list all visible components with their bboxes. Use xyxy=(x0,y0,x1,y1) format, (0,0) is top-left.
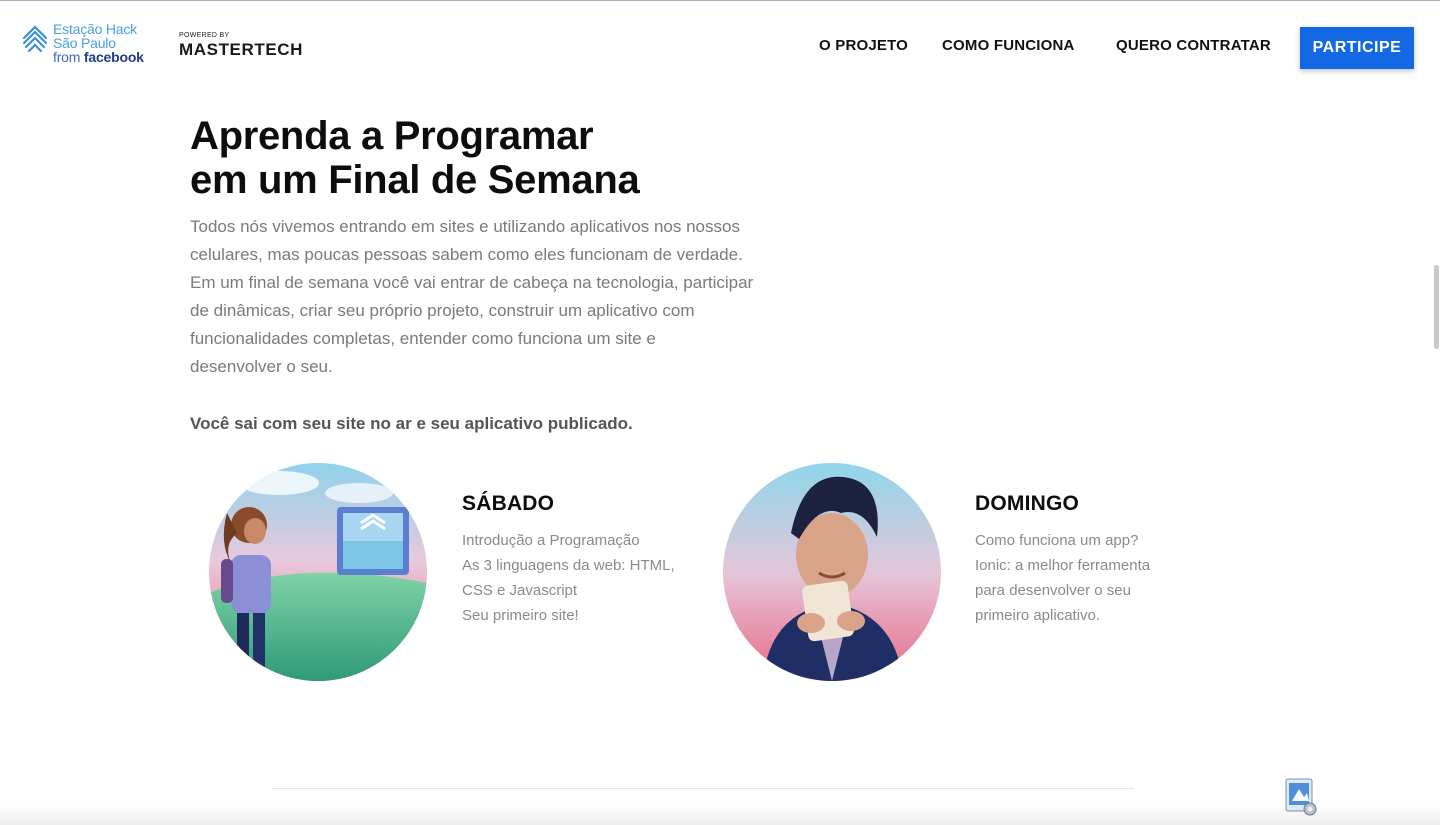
saturday-title: SÁBADO xyxy=(462,492,555,515)
sunday-title: DOMINGO xyxy=(975,492,1080,515)
brand-line-2: São Paulo xyxy=(53,35,116,51)
mastertech-logo[interactable]: POWERED BY MASTERTECH xyxy=(179,32,303,60)
saturday-topic: CSS e Javascript xyxy=(462,582,578,599)
page-title: Aprenda a Programar em um Final de Seman… xyxy=(190,114,830,202)
scrollbar-thumb[interactable] xyxy=(1434,265,1439,349)
saturday-topic: Seu primeiro site! xyxy=(462,607,579,624)
intro-paragraph: Todos nós vivemos entrando em sites e ut… xyxy=(190,213,790,381)
page-title-line-2: em um Final de Semana xyxy=(190,158,640,202)
brand-facebook: facebook xyxy=(83,49,144,65)
intro-line: funcionalidades completas, entender como… xyxy=(190,329,656,348)
powered-by-label: POWERED BY xyxy=(179,32,230,39)
intro-line: Em um final de semana você vai entrar de… xyxy=(190,273,754,292)
sunday-topic: para desenvolver o seu xyxy=(975,582,1131,599)
nav-como-funciona[interactable]: COMO FUNCIONA xyxy=(942,37,1075,54)
sunday-topic: Ionic: a melhor ferramenta xyxy=(975,557,1151,574)
sunday-topic: primeiro aplicativo. xyxy=(975,607,1101,624)
sunday-topic: Como funciona um app? xyxy=(975,532,1139,549)
brand-text: Estação Hack São Paulo from facebook xyxy=(53,22,144,64)
brand-line-3: from facebook xyxy=(53,50,144,64)
saturday-topic: As 3 linguagens da web: HTML, xyxy=(462,557,675,574)
highlight-text: Você sai com seu site no ar e seu aplica… xyxy=(190,414,633,433)
brand-from: from xyxy=(53,49,84,65)
intro-line: desenvolver o seu. xyxy=(190,357,333,376)
saturday-illustration-art xyxy=(209,463,427,681)
saturday-topic: Introdução a Programação xyxy=(462,532,640,549)
intro-line: celulares, mas poucas pessoas sabem como… xyxy=(190,245,743,264)
estacao-hack-logo-icon xyxy=(22,25,48,53)
preview-app-icon[interactable] xyxy=(1284,777,1320,817)
estacao-hack-logo[interactable]: Estação Hack São Paulo from facebook xyxy=(22,22,144,64)
nav-quero-contratar[interactable]: QUERO CONTRATAR xyxy=(1116,37,1271,54)
saturday-illustration xyxy=(209,463,427,681)
intro-line: de dinâmicas, criar seu próprio projeto,… xyxy=(190,301,695,320)
section-divider xyxy=(272,788,1134,789)
sunday-topics: Como funciona um app? Ionic: a melhor fe… xyxy=(975,528,1150,628)
page-title-line-1: Aprenda a Programar xyxy=(190,114,594,158)
bottom-shadow xyxy=(0,805,1440,825)
brand-line-1: Estação Hack xyxy=(53,21,137,37)
participe-button[interactable]: PARTICIPE xyxy=(1300,27,1414,69)
intro-line: Todos nós vivemos entrando em sites e ut… xyxy=(190,217,740,236)
sunday-illustration xyxy=(723,463,941,681)
saturday-topics: Introdução a Programação As 3 linguagens… xyxy=(462,528,675,628)
site-header: Estação Hack São Paulo from facebook POW… xyxy=(0,0,1440,92)
nav-o-projeto[interactable]: O PROJETO xyxy=(819,37,908,54)
mastertech-name: MASTERTECH xyxy=(179,40,304,59)
sunday-illustration-art xyxy=(723,463,941,681)
